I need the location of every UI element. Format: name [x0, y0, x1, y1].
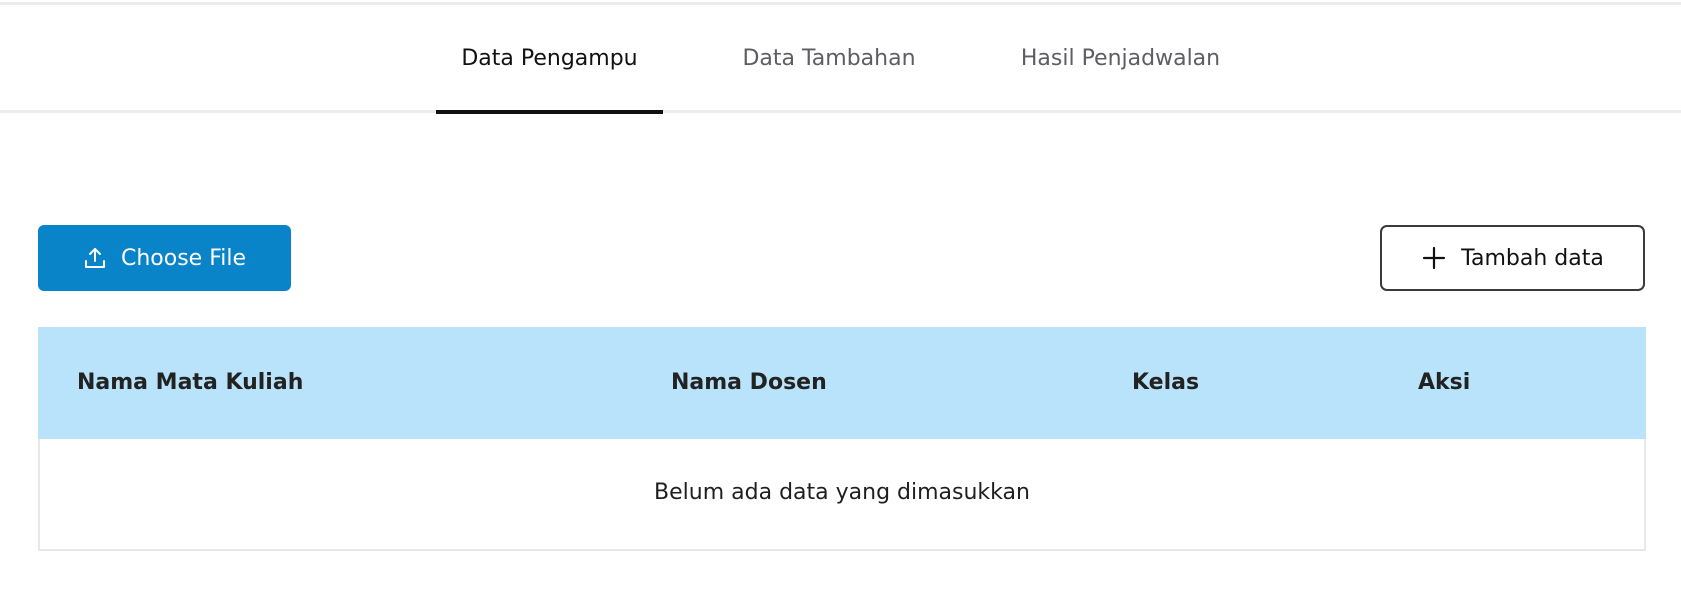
- choose-file-button[interactable]: Choose File: [38, 225, 291, 291]
- tab-hasil-penjadwalan[interactable]: Hasil Penjadwalan: [988, 5, 1253, 110]
- tab-data-tambahan[interactable]: Data Tambahan: [700, 5, 958, 110]
- column-header-nama-dosen: Nama Dosen: [671, 370, 827, 395]
- tab-bar: Data Pengampu Data Tambahan Hasil Penjad…: [0, 5, 1681, 113]
- empty-state-message: Belum ada data yang dimasukkan: [654, 480, 1030, 505]
- page: Data Pengampu Data Tambahan Hasil Penjad…: [0, 0, 1681, 589]
- active-tab-indicator: [436, 110, 663, 114]
- column-header-aksi: Aksi: [1418, 370, 1471, 395]
- column-header-nama-mata-kuliah: Nama Mata Kuliah: [77, 370, 304, 395]
- upload-icon: [83, 246, 107, 270]
- choose-file-label: Choose File: [120, 245, 247, 271]
- tab-data-pengampu[interactable]: Data Pengampu: [436, 5, 663, 110]
- plus-icon: [1421, 245, 1447, 271]
- data-table: Nama Mata Kuliah Nama Dosen Kelas Aksi B…: [38, 327, 1646, 551]
- table-header: Nama Mata Kuliah Nama Dosen Kelas Aksi: [38, 327, 1646, 439]
- add-data-button[interactable]: Tambah data: [1380, 225, 1645, 291]
- column-header-kelas: Kelas: [1132, 370, 1200, 395]
- table-body: Belum ada data yang dimasukkan: [38, 439, 1646, 551]
- add-data-label: Tambah data: [1461, 245, 1604, 271]
